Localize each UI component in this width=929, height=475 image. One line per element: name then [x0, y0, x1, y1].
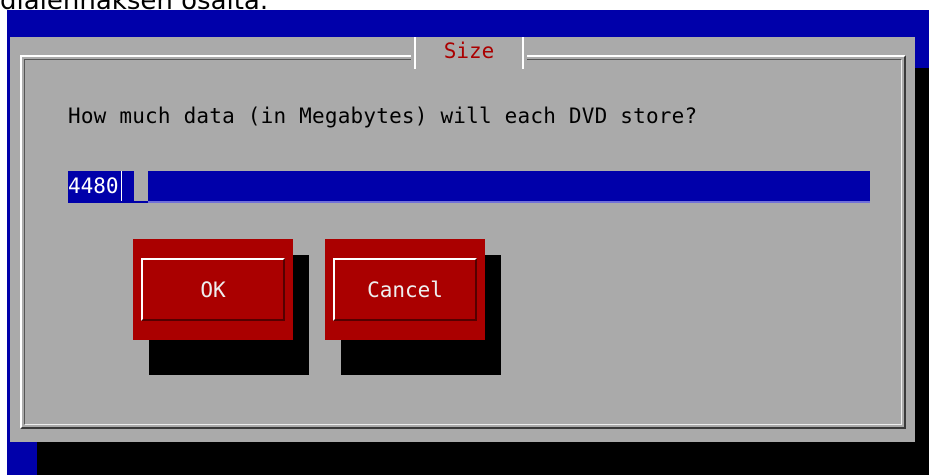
- dialog-prompt: How much data (in Megabytes) will each D…: [68, 104, 698, 128]
- dialog-shadow-bottom: [37, 442, 929, 475]
- text-cursor: [134, 171, 148, 201]
- dialog-title: Size: [443, 39, 495, 63]
- input-underline: [148, 201, 870, 203]
- ok-button[interactable]: OK: [133, 239, 293, 340]
- cancel-button[interactable]: Cancel: [325, 239, 485, 340]
- title-divider-right: [522, 37, 524, 69]
- size-input[interactable]: [68, 171, 870, 203]
- cancel-button-label: Cancel: [333, 258, 477, 321]
- ok-button-label: OK: [141, 258, 285, 321]
- size-input-value[interactable]: 4480: [68, 171, 122, 201]
